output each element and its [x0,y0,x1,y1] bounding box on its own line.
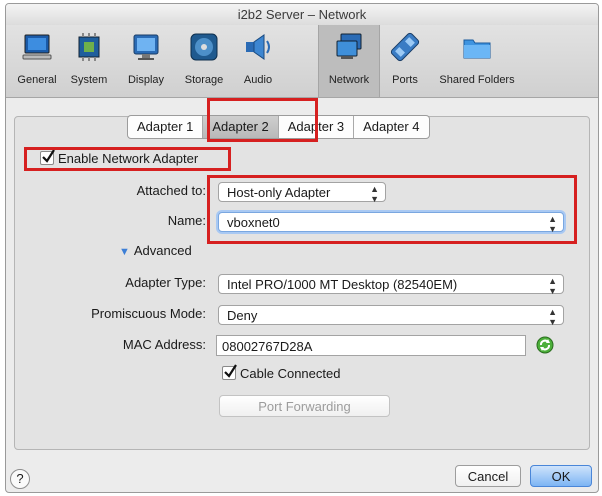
advanced-toggle[interactable]: ▼ Advanced [119,243,192,258]
adapter-type-label: Adapter Type: [125,275,206,290]
promiscuous-mode-label: Promiscuous Mode: [91,306,206,321]
highlight-enable-adapter [24,147,231,171]
highlight-attachment [207,175,577,244]
general-icon [21,31,53,63]
toolbar-general[interactable]: General [12,25,62,97]
mac-address-field[interactable]: 08002767D28A [216,335,526,356]
network-icon [333,31,365,63]
toolbar-ports[interactable]: Ports [382,25,428,97]
highlight-adapter-2 [207,98,318,142]
attached-to-label: Attached to: [136,183,206,198]
cable-connected-checkbox[interactable] [222,364,237,380]
tab-adapter-1[interactable]: Adapter 1 [128,116,204,138]
promiscuous-mode-select[interactable]: Deny ▲ ▼ [218,305,564,327]
window-title: i2b2 Server – Network [6,4,598,25]
name-label: Name: [167,213,206,228]
ok-button[interactable]: OK [530,465,592,487]
mac-address-label: MAC Address: [122,337,206,352]
refresh-mac-icon[interactable] [536,336,554,354]
cancel-button[interactable]: Cancel [455,465,521,487]
cable-connected-row[interactable]: Cable Connected [222,364,341,381]
toolbar-display[interactable]: Display [120,25,172,97]
toolbar-network[interactable]: Network [318,25,380,97]
disclosure-triangle-icon: ▼ [119,246,130,258]
toolbar-shared-folders[interactable]: Shared Folders [434,25,520,97]
port-forwarding-button[interactable]: Port Forwarding [219,395,390,417]
shared-folders-icon [461,31,493,63]
system-icon [73,31,105,63]
toolbar-system[interactable]: System [64,25,114,97]
audio-icon [242,31,274,63]
toolbar-audio[interactable]: Audio [234,25,282,97]
toolbar-storage[interactable]: Storage [176,25,232,97]
adapter-type-value: Intel PRO/1000 MT Desktop (82540EM) [227,277,458,292]
advanced-label: Advanced [133,243,192,258]
storage-icon [188,31,220,63]
promiscuous-mode-value: Deny [227,308,258,323]
adapter-type-select[interactable]: Intel PRO/1000 MT Desktop (82540EM) ▲ ▼ [218,274,564,296]
settings-toolbar: General System Display Storage Audio Net… [6,25,598,98]
select-arrows-icon: ▲ ▼ [548,307,557,327]
select-arrows-icon: ▲ ▼ [548,276,557,296]
cable-connected-label: Cable Connected [240,366,341,381]
ports-icon [389,31,421,63]
tab-adapter-4[interactable]: Adapter 4 [354,116,428,138]
checkmark-icon [224,364,237,378]
help-button[interactable]: ? [10,469,30,489]
settings-window: i2b2 Server – Network General System Dis… [5,3,599,493]
display-icon [130,31,162,63]
